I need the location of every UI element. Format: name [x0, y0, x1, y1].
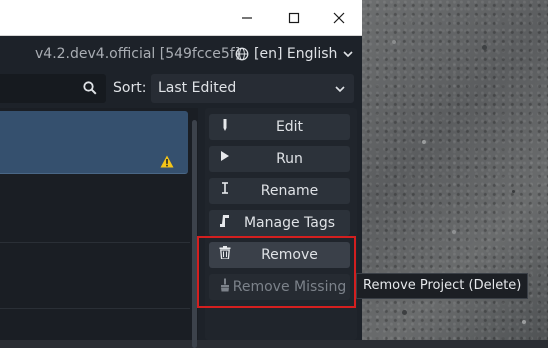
- close-icon: [333, 12, 345, 23]
- list-scrollbar[interactable]: [192, 120, 197, 348]
- annotation-highlight-box: [197, 236, 356, 308]
- warning-icon: [160, 155, 174, 168]
- sort-dropdown[interactable]: Last Edited: [151, 74, 354, 103]
- text-cursor-icon: [217, 182, 233, 200]
- rename-button[interactable]: Rename: [209, 178, 350, 204]
- tag-icon: [217, 214, 233, 232]
- project-toolbar: Sort: Last Edited: [0, 74, 362, 104]
- version-label: v4.2.dev4.official [549fcce5f]: [35, 46, 241, 62]
- run-button[interactable]: Run: [209, 146, 350, 172]
- row-divider: [0, 308, 190, 309]
- pencil-icon: [217, 118, 233, 136]
- maximize-icon: [288, 12, 300, 23]
- language-label: [en] English: [254, 46, 338, 62]
- language-selector[interactable]: [en] English: [235, 46, 354, 62]
- sort-value: Last Edited: [158, 80, 237, 96]
- project-row-selected[interactable]: [0, 111, 188, 174]
- maximize-button[interactable]: [271, 0, 317, 35]
- manage-tags-button[interactable]: Manage Tags: [209, 210, 350, 236]
- minimize-icon: [242, 16, 252, 19]
- edit-button[interactable]: Edit: [209, 114, 350, 140]
- project-list: [0, 108, 198, 348]
- minimize-button[interactable]: [224, 0, 270, 35]
- globe-icon: [235, 47, 249, 61]
- search-icon: [83, 81, 97, 95]
- sort-label: Sort:: [113, 80, 147, 96]
- search-input[interactable]: [0, 74, 106, 103]
- chevron-down-icon: [335, 86, 345, 93]
- row-divider: [0, 242, 190, 243]
- window-titlebar: [0, 0, 362, 36]
- chevron-down-icon: [343, 51, 353, 58]
- remove-tooltip: Remove Project (Delete): [356, 273, 529, 299]
- header-bar: v4.2.dev4.official [549fcce5f] [en] Engl…: [0, 36, 362, 74]
- play-icon: [217, 150, 233, 168]
- close-button[interactable]: [316, 0, 362, 35]
